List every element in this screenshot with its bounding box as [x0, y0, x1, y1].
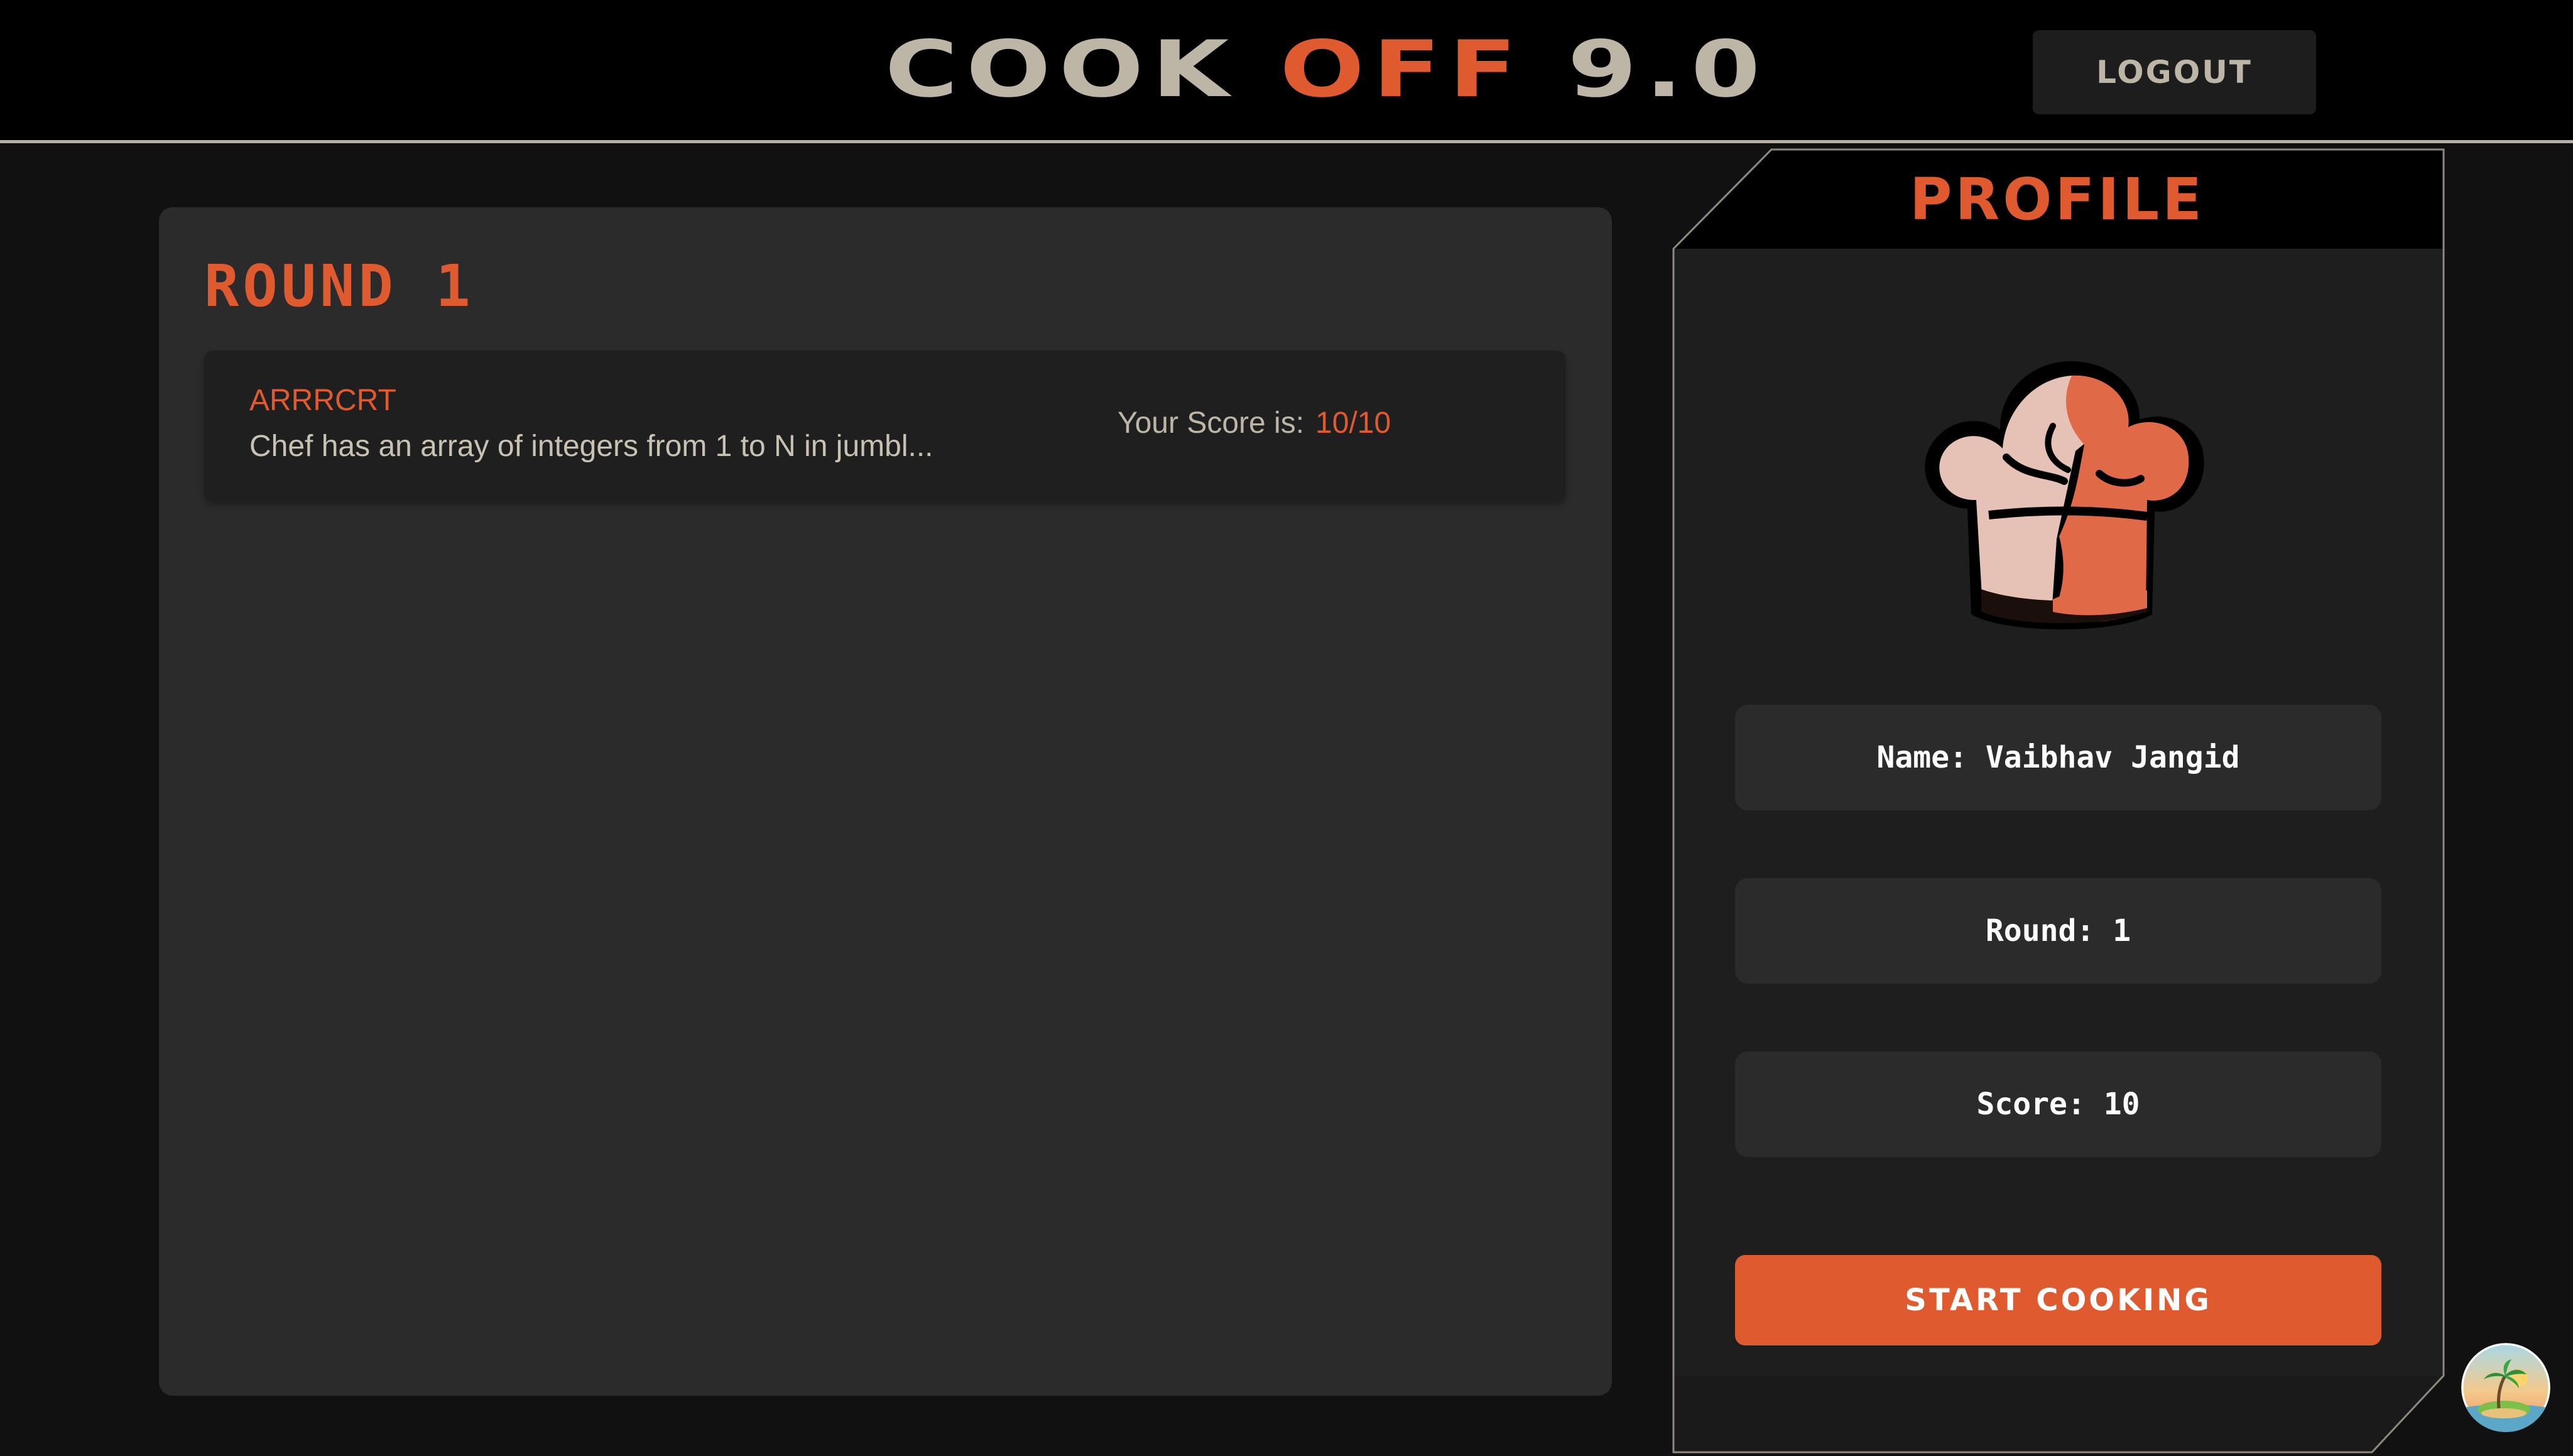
profile-name-label: Name:: [1876, 740, 1968, 775]
brand-word-off: OFF: [1280, 24, 1525, 115]
question-card[interactable]: ARRRCRT Chef has an array of integers fr…: [204, 350, 1565, 501]
profile-score-value: 10: [2103, 1087, 2140, 1122]
start-cooking-button[interactable]: START COOKING: [1735, 1255, 2381, 1345]
question-code: ARRRCRT: [249, 384, 396, 417]
question-score: Your Score is: 10/10: [1118, 406, 1391, 440]
question-score-value: 10/10: [1315, 406, 1391, 440]
question-description: Chef has an array of integers from 1 to …: [249, 430, 933, 463]
profile-round-field: Round: 1: [1735, 878, 2381, 984]
island-sunset-graphic: [2461, 1343, 2550, 1432]
profile-name-field: Name: Vaibhav Jangid: [1735, 705, 2381, 810]
profile-round-label: Round:: [1985, 913, 2095, 948]
profile-name-value: Vaibhav Jangid: [1985, 740, 2240, 775]
chef-hat-icon: [1925, 361, 2204, 629]
profile-score-label: Score:: [1976, 1087, 2086, 1122]
round-questions-panel: ROUND 1 ARRRCRT Chef has an array of int…: [159, 207, 1612, 1396]
profile-score-field: Score: 10: [1735, 1051, 2381, 1157]
brand-word-cook: COOK: [884, 24, 1238, 115]
question-score-label: Your Score is:: [1118, 406, 1305, 440]
round-title: ROUND 1: [204, 253, 474, 320]
profile-round-value: 1: [2113, 913, 2131, 948]
top-header: COOK OFF 9.0 LOGOUT: [0, 0, 2573, 143]
island-sunset-icon[interactable]: [2461, 1343, 2550, 1432]
logout-button[interactable]: LOGOUT: [2033, 30, 2316, 114]
profile-title: PROFILE: [1909, 165, 2206, 233]
brand-version: 9.0: [1567, 24, 1769, 115]
